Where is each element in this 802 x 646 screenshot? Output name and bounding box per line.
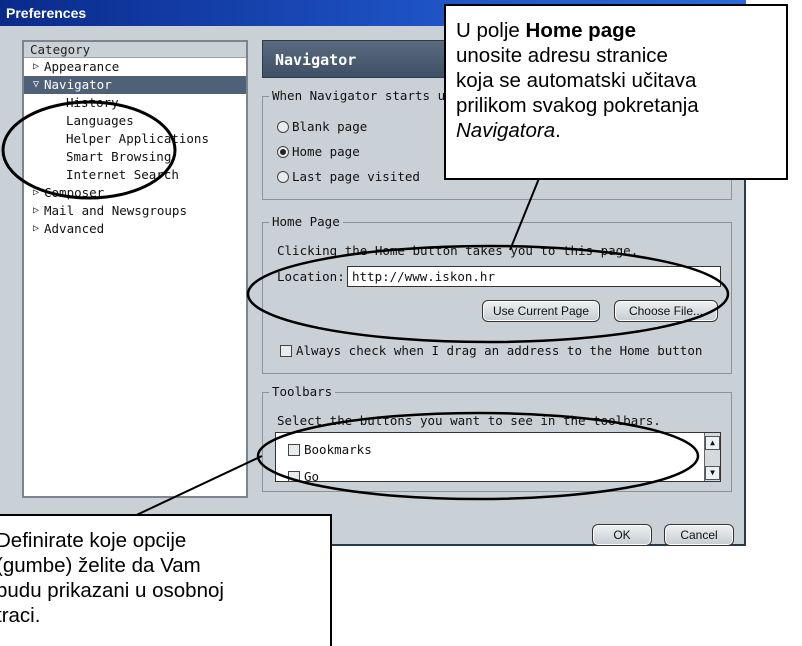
home-page-description: Clicking the Home button takes you to th… bbox=[277, 243, 639, 258]
checkbox-icon[interactable] bbox=[280, 345, 292, 357]
location-input[interactable]: http://www.iskon.hr bbox=[347, 266, 721, 287]
expand-arrow-icon[interactable]: ▷ bbox=[30, 202, 42, 220]
category-tree[interactable]: Category ▷ Appearance ▽ Navigator Histor… bbox=[22, 40, 248, 498]
location-label: Location: bbox=[277, 269, 345, 284]
category-label: Appearance bbox=[44, 59, 120, 74]
callout-line: budu prikazani u osobnoj bbox=[0, 579, 224, 602]
category-item-history[interactable]: History bbox=[24, 94, 246, 112]
toolbars-description: Select the buttons you want to see in th… bbox=[277, 413, 661, 428]
category-label: Mail and Newsgroups bbox=[44, 203, 187, 218]
category-item-appearance[interactable]: ▷ Appearance bbox=[24, 58, 246, 76]
startup-legend: When Navigator starts u bbox=[269, 88, 449, 103]
expand-arrow-icon[interactable]: ▷ bbox=[30, 58, 42, 76]
callout-toolbars: Definirate koje opcije (gumbe) želite da… bbox=[0, 514, 332, 646]
category-header: Category bbox=[24, 42, 246, 58]
radio-blank-page[interactable]: Blank page bbox=[277, 119, 367, 134]
callout-text: U polje bbox=[456, 19, 526, 42]
use-current-page-button[interactable]: Use Current Page bbox=[482, 300, 600, 322]
radio-button-checked-icon[interactable] bbox=[277, 146, 289, 158]
radio-last-page-visited[interactable]: Last page visited bbox=[277, 169, 420, 184]
category-label: Advanced bbox=[44, 221, 105, 236]
callout-line: traci. bbox=[0, 604, 41, 627]
ok-button[interactable]: OK bbox=[592, 524, 652, 546]
radio-label: Home page bbox=[292, 144, 360, 159]
radio-button-icon[interactable] bbox=[277, 171, 289, 183]
list-item-bookmarks[interactable]: Bookmarks bbox=[288, 442, 372, 457]
callout-line: Navigatora. bbox=[456, 118, 778, 143]
callout-line: unosite adresu stranice bbox=[456, 44, 668, 67]
list-scrollbar[interactable]: ▲ ▼ bbox=[704, 433, 720, 481]
expand-arrow-icon[interactable]: ▷ bbox=[30, 220, 42, 238]
callout-home-page: U polje Home page unosite adresu stranic… bbox=[444, 4, 788, 180]
callout-line: U polje Home page bbox=[456, 18, 778, 43]
checkbox-icon[interactable] bbox=[288, 444, 300, 456]
choose-file-button[interactable]: Choose File... bbox=[614, 300, 718, 322]
radio-label: Blank page bbox=[292, 119, 368, 134]
category-item-advanced[interactable]: ▷ Advanced bbox=[24, 220, 246, 238]
radio-label: Last page visited bbox=[292, 169, 420, 184]
category-item-navigator[interactable]: ▽ Navigator bbox=[24, 76, 246, 94]
category-label: Navigator bbox=[44, 77, 112, 92]
radio-home-page[interactable]: Home page bbox=[277, 144, 360, 159]
toolbars-legend: Toolbars bbox=[269, 384, 336, 399]
callout-line: prilikom svakog pokretanja bbox=[456, 94, 699, 117]
category-item-helper-applications[interactable]: Helper Applications bbox=[24, 130, 246, 148]
collapse-arrow-icon[interactable]: ▽ bbox=[30, 76, 42, 94]
radio-button-icon[interactable] bbox=[277, 121, 289, 133]
callout-line: koja se automatski učitava bbox=[456, 69, 697, 92]
callout-bold-text: Home page bbox=[525, 19, 637, 42]
category-label: Composer bbox=[44, 185, 105, 200]
checkbox-label: Always check when I drag an address to t… bbox=[296, 343, 703, 358]
scroll-down-icon[interactable]: ▼ bbox=[705, 466, 720, 480]
list-item-go[interactable]: Go bbox=[288, 469, 320, 482]
expand-arrow-icon[interactable]: ▷ bbox=[30, 184, 42, 202]
category-item-composer[interactable]: ▷ Composer bbox=[24, 184, 246, 202]
callout-line: (gumbe) želite da Vam bbox=[0, 554, 201, 577]
scroll-up-icon[interactable]: ▲ bbox=[705, 436, 720, 450]
category-item-mail-and-newsgroups[interactable]: ▷ Mail and Newsgroups bbox=[24, 202, 246, 220]
category-item-smart-browsing[interactable]: Smart Browsing bbox=[24, 148, 246, 166]
list-item-label: Bookmarks bbox=[304, 442, 372, 457]
category-item-languages[interactable]: Languages bbox=[24, 112, 246, 130]
callout-text: . bbox=[555, 119, 561, 142]
category-item-internet-search[interactable]: Internet Search bbox=[24, 166, 246, 184]
cancel-button[interactable]: Cancel bbox=[664, 524, 734, 546]
toolbar-buttons-list[interactable]: Bookmarks Go ▲ ▼ bbox=[275, 432, 721, 482]
always-check-row[interactable]: Always check when I drag an address to t… bbox=[280, 343, 702, 358]
callout-line: Definirate koje opcije bbox=[0, 529, 187, 552]
callout-italic-text: Navigatora bbox=[456, 119, 556, 142]
home-page-legend: Home Page bbox=[269, 214, 343, 229]
checkbox-icon[interactable] bbox=[288, 471, 300, 481]
list-item-label: Go bbox=[304, 469, 320, 482]
